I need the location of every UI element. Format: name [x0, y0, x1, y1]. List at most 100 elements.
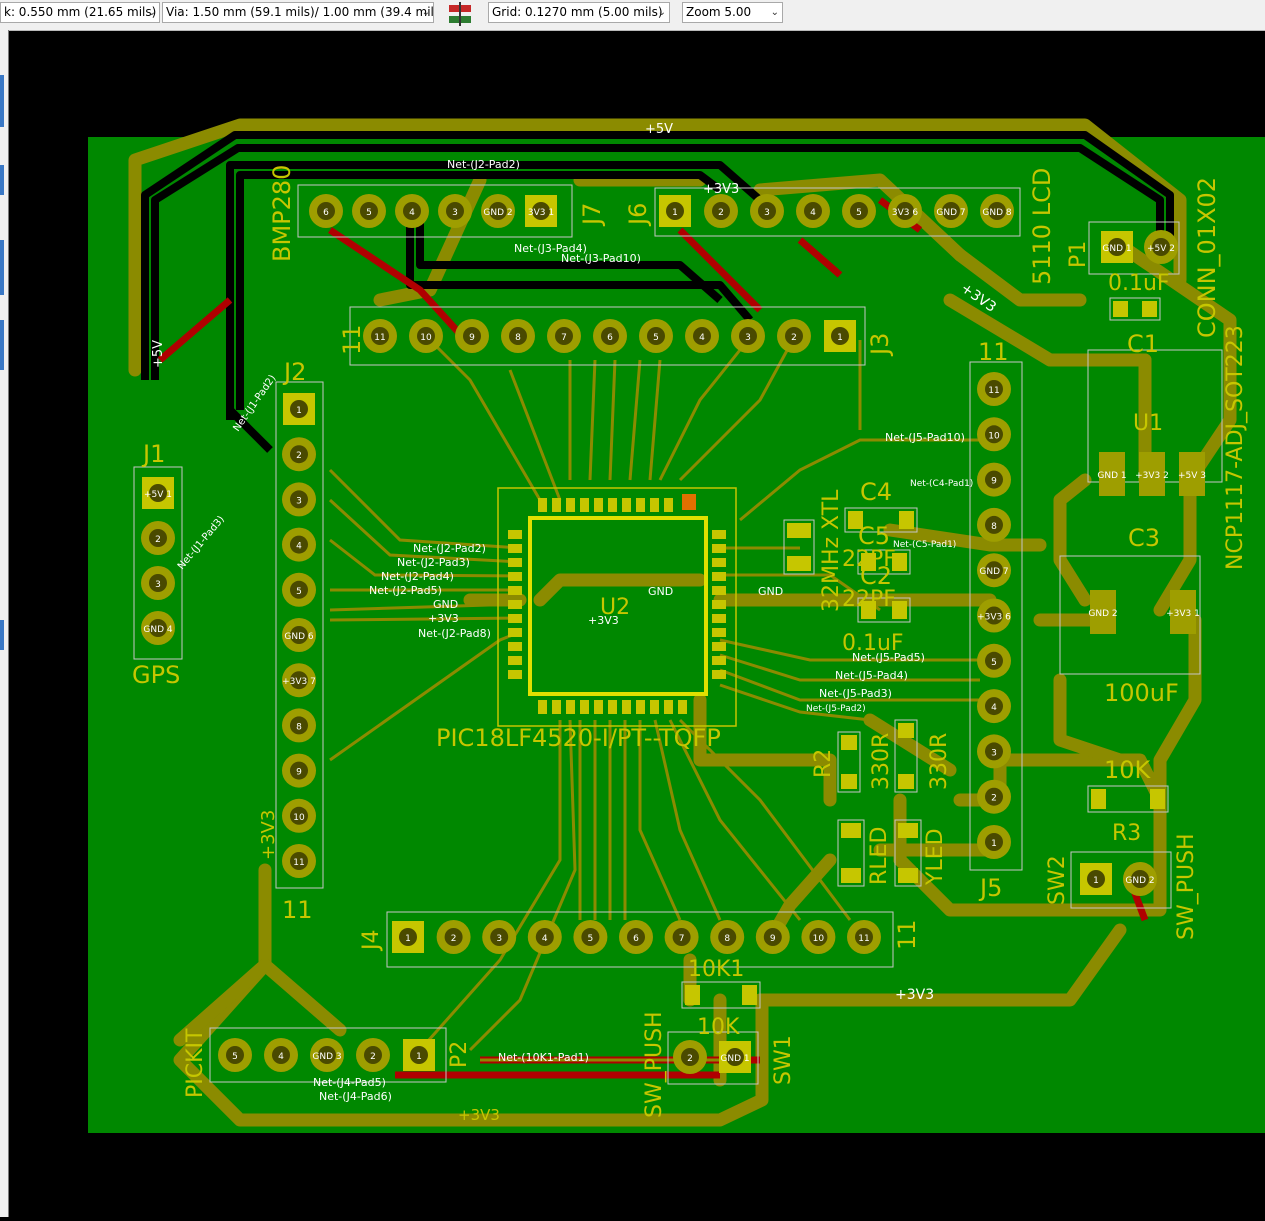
smd-pad[interactable] — [898, 774, 914, 789]
pad-number: 1 — [405, 934, 411, 944]
sw1-value: SW_PUSH — [642, 1011, 667, 1118]
smd-pad[interactable] — [898, 723, 914, 738]
pad-number: 6 — [323, 208, 329, 218]
c1-ref: C1 — [1127, 330, 1159, 358]
net-label: Net-(J5-Pad2) — [806, 704, 866, 714]
side-tool-marker[interactable] — [0, 620, 4, 650]
layer-pair-icon[interactable] — [446, 2, 474, 26]
pad-number: 5 — [232, 1052, 238, 1062]
pad-number: GND 7 — [936, 208, 965, 218]
track-width-select[interactable]: k: 0.550 mm (21.65 mils) ⌄ — [0, 2, 160, 23]
pad-number: 6 — [633, 934, 639, 944]
pad-number: 4 — [542, 934, 548, 944]
grid-select[interactable]: Grid: 0.1270 mm (5.00 mils) ⌄ — [488, 2, 670, 23]
pad-number: 11 — [374, 333, 385, 343]
pad-number: GND 3 — [312, 1052, 341, 1062]
smd-pad[interactable] — [841, 735, 857, 750]
pad-number: 2 — [155, 535, 161, 545]
smd-pad[interactable] — [742, 985, 757, 1005]
pad-number: 1 — [672, 208, 678, 218]
net-label: Net-(10K1-Pad1) — [498, 1051, 589, 1064]
j2-power-label: +3V3 — [258, 810, 279, 860]
smd-pad[interactable] — [1142, 301, 1157, 317]
side-tool-marker[interactable] — [0, 320, 4, 370]
pad-number: 5 — [653, 333, 659, 343]
side-tool-marker[interactable] — [0, 75, 4, 127]
smd-pad[interactable] — [1091, 789, 1106, 809]
pad-number: 8 — [724, 934, 730, 944]
net-label: Net-(J3-Pad10) — [561, 252, 641, 265]
pad-number: 3 — [155, 580, 161, 590]
p1-ref: P1 — [1066, 241, 1091, 268]
pcb-board-view[interactable]: U2 PIC18LF4520-I/PT--TQFP 6 5 4 3 GND 2 3V3 1… — [9, 31, 1265, 1217]
chevron-down-icon: ⌄ — [770, 7, 779, 18]
c3-ref: C3 — [1128, 524, 1160, 552]
r1-value: 330R — [927, 733, 952, 790]
net-label: +5V — [151, 340, 166, 368]
left-side-toolbar — [0, 30, 9, 1217]
pcb-canvas[interactable]: U2 PIC18LF4520-I/PT--TQFP 6 5 4 3 GND 2 3V3 1… — [9, 31, 1265, 1217]
pad-number: 1 — [416, 1052, 422, 1062]
u1-value: NCP1117-ADJ_SOT223 — [1223, 325, 1248, 570]
pad-number: 7 — [679, 934, 685, 944]
c4-ref: C4 — [860, 478, 892, 506]
pad-number: +5V 2 — [1147, 244, 1175, 254]
smd-pad[interactable] — [898, 823, 918, 838]
smd-pad[interactable] — [685, 985, 700, 1005]
pad-number: 9 — [469, 333, 475, 343]
net-label: Net-(J2-Pad2) — [413, 542, 486, 555]
j4-ref: J4 — [359, 930, 384, 953]
net-label: Net-(J4-Pad6) — [319, 1090, 392, 1103]
j1-ref: J1 — [141, 440, 165, 468]
j2-value: 11 — [282, 896, 313, 924]
via-size-value: Via: 1.50 mm (59.1 mils)/ 1.00 mm (39.4 … — [166, 5, 434, 19]
j5-ref: J5 — [978, 874, 1002, 902]
pad-number: 10 — [420, 333, 432, 343]
pad-number: 3 — [745, 333, 751, 343]
zoom-value: Zoom 5.00 — [686, 5, 752, 19]
pad-number: GND 4 — [143, 625, 172, 635]
j6-ref: J6 — [624, 203, 652, 227]
c3-value: 100uF — [1104, 679, 1179, 707]
chevron-down-icon: ⌄ — [147, 7, 156, 18]
pad-number: 4 — [699, 333, 705, 343]
smd-pad[interactable] — [898, 868, 918, 883]
pad-number: 8 — [991, 522, 997, 532]
xtl-value: 32MHz XTL — [819, 489, 844, 612]
net-label: Net-(J5-Pad4) — [835, 669, 908, 682]
smd-pad[interactable] — [1150, 789, 1165, 809]
smd-pad[interactable] — [787, 523, 811, 538]
side-tool-marker[interactable] — [0, 165, 4, 195]
net-label: Net-(J5-Pad3) — [819, 687, 892, 700]
side-tool-marker[interactable] — [0, 240, 4, 295]
pad-number: 2 — [991, 794, 997, 804]
smd-pad[interactable] — [841, 823, 861, 838]
via-size-select[interactable]: Via: 1.50 mm (59.1 mils)/ 1.00 mm (39.4 … — [162, 2, 434, 23]
net-label: +3V3 — [428, 612, 459, 625]
net-label: Net-(J5-Pad5) — [852, 651, 925, 664]
pad-number: GND 2 — [1125, 876, 1154, 886]
net-label: GND — [433, 598, 458, 611]
smd-pad[interactable] — [841, 774, 857, 789]
pad-number: 10 — [293, 813, 305, 823]
smd-pad[interactable] — [841, 868, 861, 883]
smd-pad[interactable] — [1113, 301, 1128, 317]
r10k1-value: 10K — [697, 1015, 740, 1040]
pad-number: 3 — [452, 208, 458, 218]
sw1-ref: SW1 — [771, 1035, 796, 1085]
d1-value: YLED — [923, 828, 948, 886]
u1-ref: U1 — [1133, 411, 1163, 436]
net-label: +3V3 — [458, 1106, 500, 1124]
smd-pad[interactable] — [787, 556, 811, 571]
p1-value: CONN_01X02 — [1193, 177, 1221, 338]
pad-number: 9 — [296, 768, 302, 778]
zoom-select[interactable]: Zoom 5.00 ⌄ — [682, 2, 783, 23]
smd-pad[interactable] — [899, 511, 914, 529]
pad-number: 2 — [791, 333, 797, 343]
c1-value: 0.1uF — [1108, 271, 1170, 296]
pad-number: GND 2 — [1088, 609, 1117, 619]
pad-number: GND 1 — [720, 1054, 749, 1064]
net-label: Net-(J2-Pad4) — [381, 570, 454, 583]
j5-value: 11 — [978, 338, 1009, 366]
pad-number: 3 — [496, 934, 502, 944]
